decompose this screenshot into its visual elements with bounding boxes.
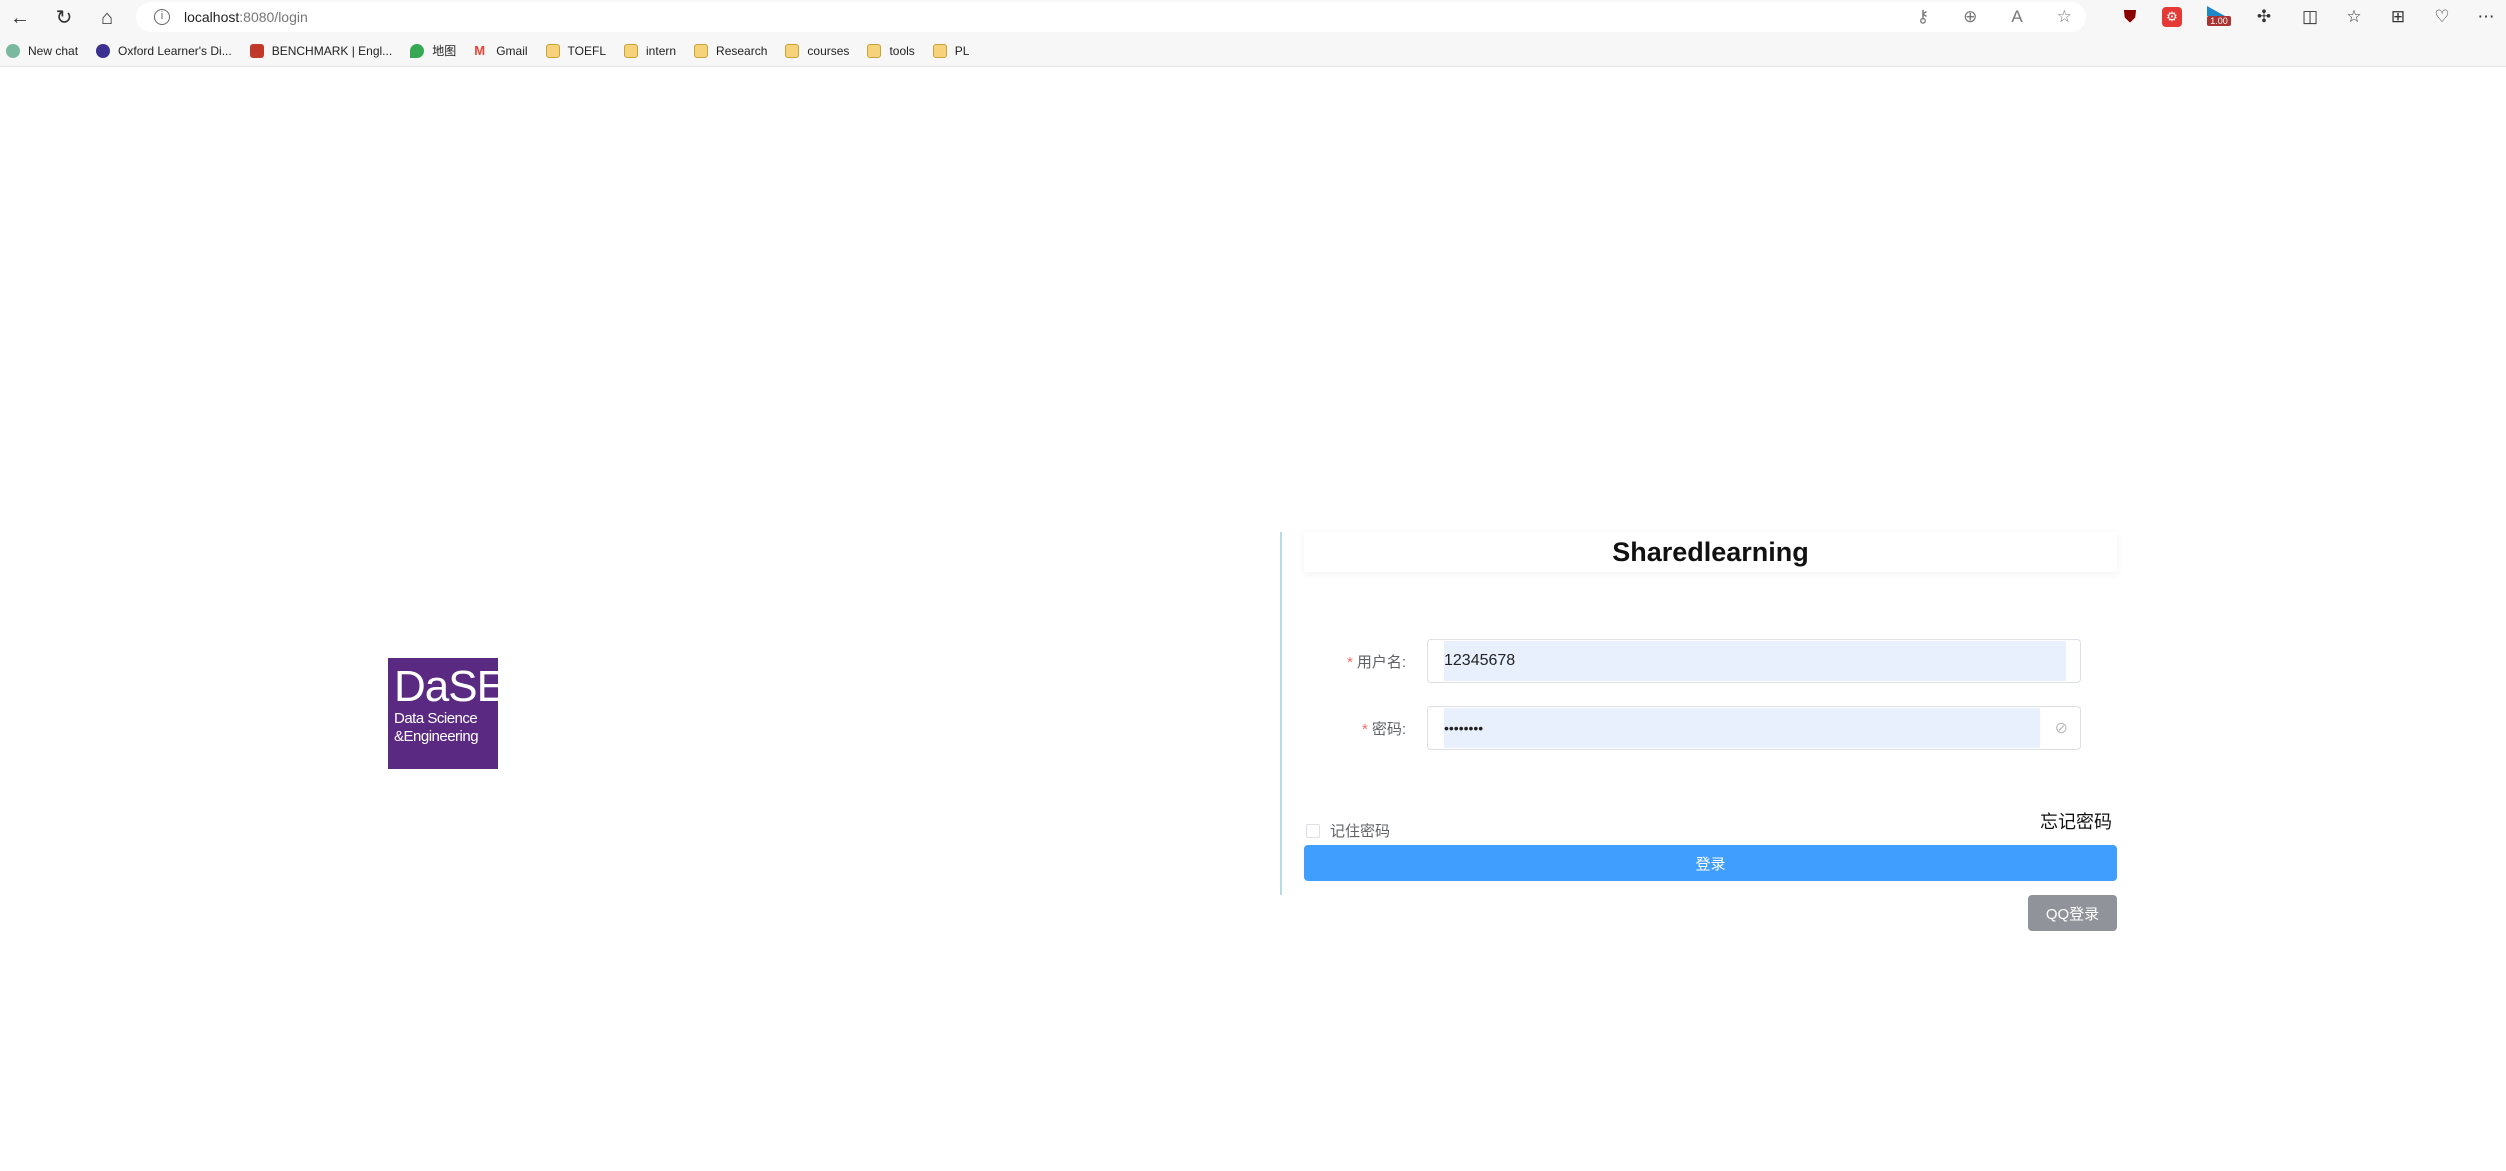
bookmark-label: Gmail xyxy=(496,43,528,58)
username-label: * 用户名: xyxy=(1296,651,1406,672)
bookmark-new-chat[interactable]: New chat xyxy=(6,43,79,58)
folder-icon xyxy=(694,43,709,58)
speed-triangle-icon xyxy=(2207,6,2225,16)
back-icon[interactable]: ← xyxy=(6,4,34,32)
folder-icon xyxy=(867,43,882,58)
browser-essentials-icon[interactable]: ♡ xyxy=(2430,5,2454,29)
qq-login-button[interactable]: QQ登录 xyxy=(2028,895,2117,931)
url-host: localhost xyxy=(184,9,240,25)
bookmark-label: New chat xyxy=(28,43,79,58)
dase-logo: DaSE Data Science &Engineering xyxy=(388,658,506,769)
gmail-icon: M xyxy=(474,42,486,58)
bookmarks-bar: New chat Oxford Learner's Di... BENCHMAR… xyxy=(0,35,2506,67)
password-value: •••••••• xyxy=(1444,708,2040,748)
more-menu-icon[interactable]: ⋯ xyxy=(2474,5,2498,29)
password-input[interactable]: •••••••• ⊘ xyxy=(1427,706,2081,750)
collections-icon[interactable]: ⊞ xyxy=(2386,5,2410,29)
bookmark-label: intern xyxy=(646,43,677,58)
speed-badge: 1.00 xyxy=(2207,16,2231,26)
bookmark-maps[interactable]: 地图 xyxy=(410,42,456,59)
bookmark-label: PL xyxy=(954,43,970,58)
favorites-icon[interactable]: ☆ xyxy=(2342,5,2366,29)
chatgpt-icon xyxy=(6,43,20,58)
page-title: Sharedlearning xyxy=(1304,532,2117,572)
bookmark-courses[interactable]: courses xyxy=(785,43,850,58)
bookmark-gmail[interactable]: M Gmail xyxy=(474,42,528,58)
logo-subtext: &Engineering xyxy=(394,728,479,745)
zoom-icon[interactable]: ⊕ xyxy=(1963,7,1977,27)
folder-icon xyxy=(932,43,947,58)
maps-icon xyxy=(410,43,425,58)
bookmark-tools[interactable]: tools xyxy=(867,43,915,58)
bookmark-label: Research xyxy=(716,43,768,58)
remember-label: 记住密码 xyxy=(1330,823,1391,840)
password-key-icon[interactable]: ⚷ xyxy=(1917,7,1929,27)
required-mark: * xyxy=(1361,721,1368,738)
bookmark-benchmark[interactable]: BENCHMARK | Engl... xyxy=(249,43,393,58)
bookmark-pl[interactable]: PL xyxy=(932,43,970,58)
password-label: * 密码: xyxy=(1296,718,1406,739)
reload-icon[interactable]: ↻ xyxy=(50,4,78,32)
remember-password-checkbox[interactable]: 记住密码 xyxy=(1306,820,1390,841)
username-label-text: 用户名: xyxy=(1356,654,1406,671)
bookmark-intern[interactable]: intern xyxy=(624,43,677,58)
address-bar[interactable]: i localhost:8080/login ⚷ ⊕ A ☆ xyxy=(136,2,2086,32)
username-input[interactable]: 12345678 xyxy=(1427,639,2081,683)
username-value: 12345678 xyxy=(1444,641,2066,681)
folder-icon xyxy=(545,43,560,58)
bookmark-oxford[interactable]: Oxford Learner's Di... xyxy=(96,43,232,58)
read-aloud-icon[interactable]: A xyxy=(2011,7,2022,27)
bookmark-label: courses xyxy=(807,43,850,58)
eye-hidden-icon[interactable]: ⊘ xyxy=(2055,718,2068,738)
login-button[interactable]: 登录 xyxy=(1304,845,2117,881)
vertical-divider xyxy=(1280,532,1282,895)
forgot-password-link[interactable]: 忘记密码 xyxy=(2040,808,2112,834)
bookmark-toefl[interactable]: TOEFL xyxy=(545,43,607,58)
checkbox-box[interactable] xyxy=(1306,823,1320,838)
browser-toolbar: ← ↻ ⌂ i localhost:8080/login ⚷ ⊕ A ☆ ⛊ ⚙… xyxy=(0,0,2506,35)
password-label-text: 密码: xyxy=(1371,721,1406,738)
folder-icon xyxy=(624,43,639,58)
bookmark-label: tools xyxy=(889,43,915,58)
bookmark-label: 地图 xyxy=(432,44,457,58)
folder-icon xyxy=(785,43,800,58)
bookmark-label: Oxford Learner's Di... xyxy=(118,43,232,58)
extensions-puzzle-icon[interactable]: ✣ xyxy=(2252,5,2276,29)
bookmark-label: BENCHMARK | Engl... xyxy=(271,43,393,58)
split-screen-icon[interactable]: ◫ xyxy=(2298,5,2322,29)
oxford-icon xyxy=(96,43,111,58)
favorite-star-icon[interactable]: ☆ xyxy=(2057,7,2072,27)
logo-text: DaSE xyxy=(394,662,506,711)
cambridge-icon xyxy=(249,43,264,58)
extension-gear-icon[interactable]: ⚙ xyxy=(2162,7,2182,27)
ublock-icon[interactable]: ⛊ xyxy=(2118,5,2142,29)
extension-speed-icon[interactable]: 1.00 xyxy=(2207,6,2231,30)
bookmark-research[interactable]: Research xyxy=(694,43,768,58)
logo-subtext: Data Science xyxy=(394,710,478,727)
home-icon[interactable]: ⌂ xyxy=(93,4,121,32)
bookmark-label: TOEFL xyxy=(567,43,607,58)
url-path: :8080/login xyxy=(239,9,308,25)
site-info-icon[interactable]: i xyxy=(154,9,170,25)
required-mark: * xyxy=(1346,654,1353,671)
